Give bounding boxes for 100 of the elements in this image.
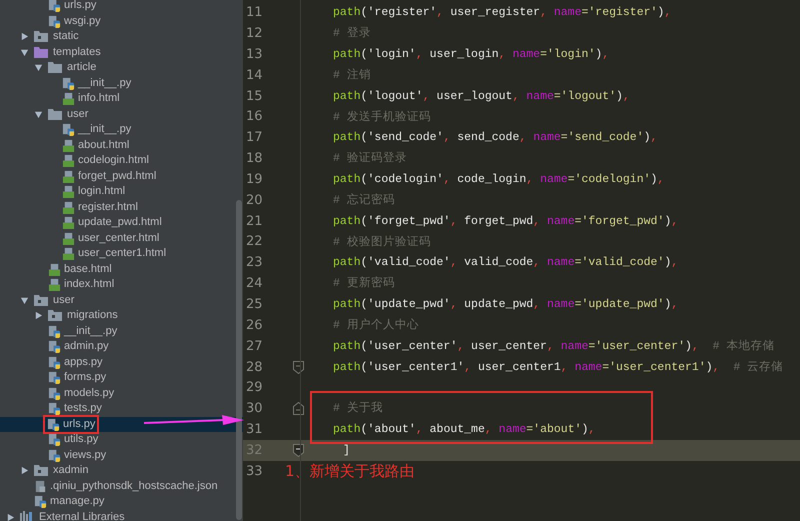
file-name: register.html [78, 202, 138, 213]
collapsed-arrow-icon[interactable] [6, 512, 15, 521]
line-number: 15 [245, 88, 264, 106]
line-number: 28 [245, 358, 264, 377]
tree-row[interactable]: user_center1.html [0, 246, 243, 262]
tree-row[interactable]: index.html [0, 277, 243, 292]
line-number: 24 [245, 275, 264, 294]
line-number: 13 [245, 46, 264, 64]
tree-row[interactable]: __init__.py [0, 324, 243, 339]
html-file-icon [48, 278, 61, 292]
html-file-icon [62, 216, 75, 230]
tree-row[interactable]: update_pwd.html [0, 215, 243, 230]
tree-row[interactable]: forget_pwd.html [0, 168, 243, 184]
file-name: External Libraries [39, 512, 125, 521]
tree-row[interactable]: register.html [0, 200, 243, 215]
file-name: base.html [64, 264, 112, 275]
tree-row[interactable]: forms.py [0, 370, 243, 386]
file-name: info.html [78, 93, 120, 104]
line-number: 20 [245, 192, 264, 210]
folder-icon [48, 310, 62, 322]
folder-icon [48, 108, 62, 120]
tree-row[interactable]: urls.py [0, 0, 243, 14]
python-file-icon [48, 356, 61, 369]
tree-row[interactable]: manage.py [0, 494, 243, 510]
line-number: 29 [245, 379, 264, 398]
html-file-icon [62, 247, 75, 260]
tree-row[interactable]: info.html [0, 91, 243, 106]
tree-row[interactable]: wsgi.py [0, 14, 243, 29]
file-name: login.html [78, 186, 126, 198]
file-name: static [53, 31, 79, 42]
line-number: 16 [245, 108, 264, 126]
code-line: # 注销 [333, 67, 371, 84]
python-file-icon [48, 402, 61, 416]
tree-row[interactable]: External Libraries [0, 510, 243, 521]
code-line: path('forget_pwd', forget_pwd, name='forget_pwd'), [333, 214, 678, 230]
folder-icon [34, 294, 48, 306]
tree-row[interactable]: views.py [0, 448, 243, 463]
code-line: path('user_center', user_center, name='user_center'), # 本地存储 [333, 338, 774, 355]
tree-row[interactable]: about.html [0, 138, 243, 153]
annotation-note: 1、新增关于我路由 [285, 461, 415, 482]
collapsed-arrow-icon[interactable] [20, 32, 29, 42]
code-line: # 登录 [333, 26, 371, 42]
file-name: __init__.py [78, 78, 132, 89]
python-file-icon [62, 76, 75, 90]
tree-row[interactable]: models.py [0, 386, 243, 401]
tree-row[interactable]: codelogin.html [0, 153, 243, 168]
tree-row[interactable]: apps.py [0, 354, 243, 370]
python-file-icon [48, 340, 61, 354]
tree-row[interactable]: user_center.html [0, 230, 243, 246]
code-line: # 用户个人中心 [333, 317, 419, 334]
file-name: urls.py [63, 418, 96, 430]
python-file-icon [47, 418, 60, 431]
file-name: admin.py [64, 341, 109, 352]
python-file-icon [48, 14, 61, 28]
folder-icon [34, 31, 48, 42]
folder-icon [48, 62, 62, 74]
html-file-icon [62, 92, 75, 106]
tree-row[interactable]: .qiniu_pythonsdk_hostscache.json [0, 478, 243, 494]
tree-row[interactable]: static [0, 29, 243, 44]
html-file-icon [62, 200, 75, 214]
python-file-icon [62, 123, 75, 136]
tree-row[interactable]: user [0, 292, 243, 308]
tree-row[interactable]: templates [0, 44, 243, 60]
expanded-arrow-icon[interactable] [20, 296, 29, 305]
tree-row[interactable]: base.html [0, 262, 243, 277]
tree-row[interactable]: urls.py [0, 416, 243, 432]
expanded-arrow-icon[interactable] [34, 110, 43, 119]
file-name: xadmin [53, 465, 88, 476]
fold-icon[interactable] [293, 444, 304, 458]
file-name: user [67, 108, 88, 120]
code-line: path('about', about_me, name='about'), [333, 422, 596, 438]
python-file-icon [48, 433, 61, 446]
code-line: path('logout', user_logout, name='logout'), [333, 88, 630, 105]
tree-row[interactable]: admin.py [0, 339, 243, 354]
tree-row[interactable]: utils.py [0, 432, 243, 448]
file-name: forget_pwd.html [78, 170, 156, 182]
tree-row[interactable]: login.html [0, 184, 243, 200]
code-line: path('update_pwd', update_pwd, name='update_pwd'), [333, 297, 678, 314]
scrollbar[interactable] [236, 200, 242, 520]
collapsed-arrow-icon[interactable] [20, 466, 29, 476]
file-name: .qiniu_pythonsdk_hostscache.json [50, 480, 218, 492]
tree-row[interactable]: __init__.py [0, 76, 243, 91]
file-name: codelogin.html [78, 155, 149, 166]
line-number: 12 [245, 25, 264, 44]
tree-row[interactable]: __init__.py [0, 122, 243, 138]
line-number: 14 [245, 66, 264, 85]
line-number: 22 [245, 233, 264, 252]
line-number: 26 [245, 316, 264, 335]
html-file-icon [62, 170, 75, 183]
html-file-icon [62, 154, 75, 168]
tree-row[interactable]: migrations [0, 308, 243, 324]
tree-row[interactable]: user [0, 106, 243, 122]
line-number: 30 [245, 400, 264, 418]
file-name: apps.py [64, 356, 103, 368]
tree-row[interactable]: tests.py [0, 401, 243, 416]
file-name: tests.py [64, 403, 102, 414]
tree-row[interactable]: xadmin [0, 463, 243, 478]
tree-row[interactable]: article [0, 60, 243, 76]
python-file-icon [48, 0, 61, 12]
collapsed-arrow-icon[interactable] [34, 311, 43, 320]
